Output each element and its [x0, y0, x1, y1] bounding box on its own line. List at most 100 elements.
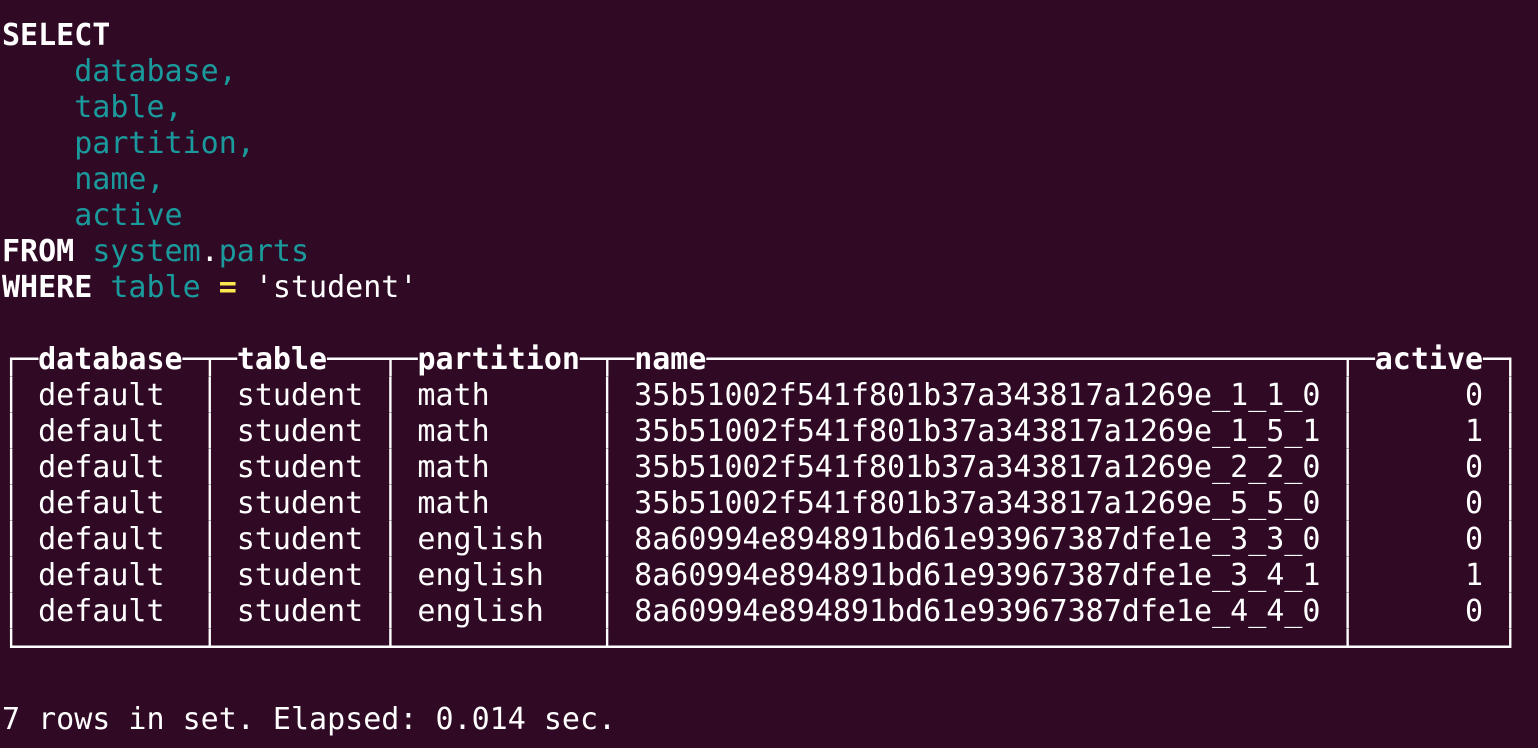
cell-partition: english — [417, 522, 544, 557]
table-border — [1483, 594, 1501, 629]
table-border — [580, 486, 598, 521]
header-cell: database — [38, 342, 183, 377]
table-border: │ — [598, 414, 635, 449]
table-border — [363, 450, 381, 485]
table-border — [580, 558, 598, 593]
table-border — [1320, 450, 1338, 485]
cell-table: student — [236, 594, 364, 629]
column-active: active — [74, 198, 183, 233]
table-border — [183, 522, 201, 557]
cell-active: 0 — [1464, 450, 1484, 485]
header-cell: active — [1375, 342, 1483, 377]
table-border — [580, 594, 598, 629]
table-border — [1483, 486, 1501, 521]
table-border — [183, 378, 201, 413]
table-border: │ — [200, 414, 237, 449]
table-border — [183, 558, 201, 593]
table-border: │ — [1338, 594, 1375, 629]
cell-table: student — [236, 558, 364, 593]
table-border — [1320, 414, 1338, 449]
table-border: │ — [381, 450, 418, 485]
sql-column-line: table, — [2, 90, 1519, 126]
table-border — [1483, 450, 1501, 485]
source-dot: . — [200, 234, 219, 269]
cell-partition: english — [417, 594, 544, 629]
keyword-select: SELECT — [2, 18, 111, 53]
cell-active: 1 — [1464, 414, 1484, 449]
table-border: │ — [598, 522, 635, 557]
table-border — [580, 522, 598, 557]
table-border: ─ — [580, 342, 599, 377]
table-border: │ — [1501, 558, 1520, 593]
table-border: │ — [598, 558, 635, 593]
cell-partition: math — [417, 486, 490, 521]
table-border: │ — [200, 450, 237, 485]
sql-column-line: database, — [2, 54, 1519, 90]
cell-database: default — [38, 378, 165, 413]
sql-select-line: SELECT — [2, 18, 1519, 54]
where-value: 'student' — [254, 270, 418, 305]
table-border: │ — [2, 450, 39, 485]
table-border: │ — [381, 414, 418, 449]
cell-active: 0 — [1464, 486, 1484, 521]
table-border — [363, 594, 381, 629]
sql-column-line: active — [2, 198, 1519, 234]
table-border — [580, 450, 598, 485]
cell-name: 8a60994e894891bd61e93967387dfe1e_3_4_1 — [634, 558, 1321, 593]
table-border: ─ — [182, 342, 201, 377]
cell-table: student — [236, 378, 364, 413]
table-row: │ default │ student │ math │ 35b51002f54… — [2, 450, 1519, 486]
cell-database: default — [38, 522, 165, 557]
header-table: table — [236, 342, 328, 377]
header-cell: partition — [417, 342, 580, 377]
keyword-from: FROM — [2, 234, 75, 269]
sql-column-line: partition, — [2, 126, 1519, 162]
cell-table: student — [236, 486, 364, 521]
table-border — [1320, 486, 1338, 521]
table-border — [363, 558, 381, 593]
cell-partition: math — [417, 414, 490, 449]
table-border — [363, 414, 381, 449]
table-border: ┐ — [1501, 342, 1520, 377]
table-border — [1483, 522, 1501, 557]
header-name: name — [634, 342, 707, 377]
table-border: ┬─ — [381, 342, 418, 377]
table-border: │ — [1338, 378, 1375, 413]
table-border: │ — [1501, 522, 1520, 557]
where-column: table — [110, 270, 201, 305]
table-row: │ default │ student │ math │ 35b51002f54… — [2, 378, 1519, 414]
table-border: │ — [381, 594, 418, 629]
cell-name: 35b51002f541f801b37a343817a1269e_5_5_0 — [634, 486, 1321, 521]
cell-name: 8a60994e894891bd61e93967387dfe1e_4_4_0 — [634, 594, 1321, 629]
cell-partition: math — [417, 378, 490, 413]
table-border: │ — [2, 378, 39, 413]
table-border — [580, 414, 598, 449]
column-database: database, — [74, 54, 237, 89]
table-border: │ — [2, 594, 39, 629]
table-border — [363, 378, 381, 413]
table-row: │ default │ student │ math │ 35b51002f54… — [2, 486, 1519, 522]
cell-name: 35b51002f541f801b37a343817a1269e_1_5_1 — [634, 414, 1321, 449]
cell-active: 0 — [1464, 594, 1484, 629]
cell-name: 35b51002f541f801b37a343817a1269e_1_1_0 — [634, 378, 1321, 413]
table-border — [1483, 414, 1501, 449]
table-border — [183, 450, 201, 485]
sql-column-line: name, — [2, 162, 1519, 198]
table-header-row: ┌─database─┬─table───┬─partition─┬─name─… — [2, 342, 1519, 378]
table-border — [183, 486, 201, 521]
table-border: ┬─ — [598, 342, 635, 377]
table-border — [363, 522, 381, 557]
cell-database: default — [38, 558, 165, 593]
terminal[interactable]: SELECT database, table, partition, name,… — [2, 18, 1519, 738]
source-table: parts — [218, 234, 310, 269]
column-partition: partition, — [74, 126, 255, 161]
table-border: │ — [2, 414, 39, 449]
result-table: ┌─database─┬─table───┬─partition─┬─name─… — [2, 342, 1519, 666]
where-operator: = — [218, 270, 237, 305]
cell-database: default — [38, 414, 165, 449]
table-border: │ — [200, 486, 237, 521]
table-border: │ — [200, 558, 237, 593]
table-border: │ — [2, 522, 39, 557]
